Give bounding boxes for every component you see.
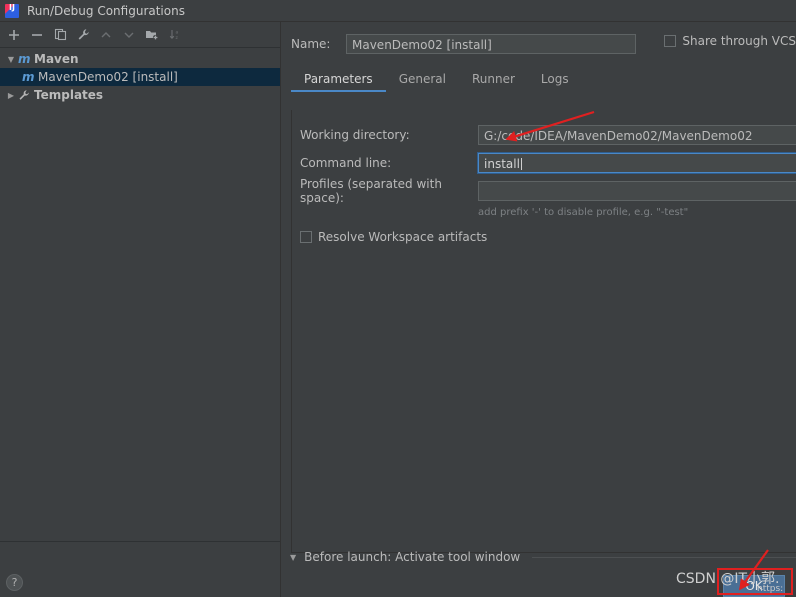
configurations-panel: az ▼ m Maven m MavenDemo02 [install] ▶ T… — [0, 22, 280, 567]
command-line-label: Command line: — [300, 156, 392, 170]
working-directory-input[interactable]: G:/code/IDEA/MavenDemo02/MavenDemo02 — [478, 125, 796, 145]
svg-text:a: a — [175, 31, 178, 36]
command-line-input[interactable]: install — [477, 152, 796, 174]
wrench-icon — [18, 89, 30, 101]
command-line-row: Command line: install — [292, 149, 796, 177]
chevron-down-icon[interactable]: ▼ — [4, 55, 18, 64]
name-label: Name: — [291, 37, 331, 51]
maven-m-icon: m — [18, 52, 31, 66]
profiles-row: Profiles (separated with space): — [292, 177, 796, 205]
tree-node-mavendemo02-install[interactable]: m MavenDemo02 [install] — [0, 68, 280, 86]
maven-m-icon: m — [22, 70, 35, 84]
working-directory-label: Working directory: — [300, 128, 410, 142]
editor-tabs: Parameters General Runner Logs — [284, 64, 796, 92]
tree-node-templates[interactable]: ▶ Templates — [0, 86, 280, 104]
panel-splitter[interactable] — [280, 22, 281, 597]
dialog-footer-left: ? — [0, 567, 280, 597]
before-launch-label: Before launch: Activate tool window — [304, 550, 521, 564]
tab-runner[interactable]: Runner — [459, 72, 528, 92]
add-configuration-button[interactable] — [4, 25, 24, 45]
profiles-input[interactable] — [478, 181, 796, 201]
tab-parameters[interactable]: Parameters — [291, 72, 386, 92]
tree-node-label: Maven — [34, 52, 79, 66]
move-down-button[interactable] — [119, 25, 139, 45]
edit-templates-wrench-button[interactable] — [73, 25, 93, 45]
tab-general[interactable]: General — [386, 72, 459, 92]
resolve-workspace-artifacts-checkbox[interactable] — [300, 231, 312, 243]
profiles-label: Profiles (separated with space): — [300, 177, 442, 205]
before-launch-section[interactable]: ▼ Before launch: Activate tool window — [290, 550, 796, 564]
working-directory-row: Working directory: G:/code/IDEA/MavenDem… — [292, 121, 796, 149]
tree-node-maven[interactable]: ▼ m Maven — [0, 50, 280, 68]
share-through-vcs-checkbox[interactable] — [664, 35, 677, 47]
resolve-workspace-artifacts-row[interactable]: Resolve Workspace artifacts — [292, 230, 796, 244]
profiles-hint: add prefix '-' to disable profile, e.g. … — [478, 207, 689, 218]
window-title-bar: Run/Debug Configurations — [0, 0, 796, 22]
resolve-workspace-artifacts-label: Resolve Workspace artifacts — [318, 230, 488, 244]
window-title: Run/Debug Configurations — [27, 3, 185, 18]
chevron-right-icon[interactable]: ▶ — [4, 91, 18, 100]
remove-configuration-button[interactable] — [27, 25, 47, 45]
parameters-tab-content: Working directory: G:/code/IDEA/MavenDem… — [291, 110, 796, 553]
name-input[interactable]: MavenDemo02 [install] — [346, 34, 636, 54]
configurations-tree[interactable]: ▼ m Maven m MavenDemo02 [install] ▶ Temp… — [0, 47, 280, 542]
svg-text:z: z — [175, 36, 178, 41]
text-caret — [520, 158, 522, 170]
intellij-idea-icon — [5, 3, 19, 18]
chevron-down-icon[interactable]: ▼ — [290, 553, 296, 562]
before-launch-separator — [532, 556, 796, 558]
share-through-vcs-row[interactable]: Share through VCS — [664, 34, 796, 48]
copy-configuration-button[interactable] — [50, 25, 70, 45]
help-button[interactable]: ? — [6, 573, 23, 591]
command-line-value: install — [484, 157, 520, 171]
tree-node-label: Templates — [34, 88, 104, 102]
create-folder-button[interactable] — [142, 25, 162, 45]
sort-configurations-button[interactable]: az — [165, 25, 185, 45]
tree-node-label: MavenDemo02 [install] — [38, 70, 178, 84]
tab-logs[interactable]: Logs — [528, 72, 582, 92]
share-through-vcs-label: Share through VCS — [682, 34, 796, 48]
tree-toolbar: az — [0, 22, 280, 47]
configuration-editor-panel: Name: MavenDemo02 [install] Share throug… — [284, 22, 796, 597]
annotation-rectangle-ok — [717, 568, 793, 595]
dialog-body: az ▼ m Maven m MavenDemo02 [install] ▶ T… — [0, 22, 796, 597]
move-up-button[interactable] — [96, 25, 116, 45]
